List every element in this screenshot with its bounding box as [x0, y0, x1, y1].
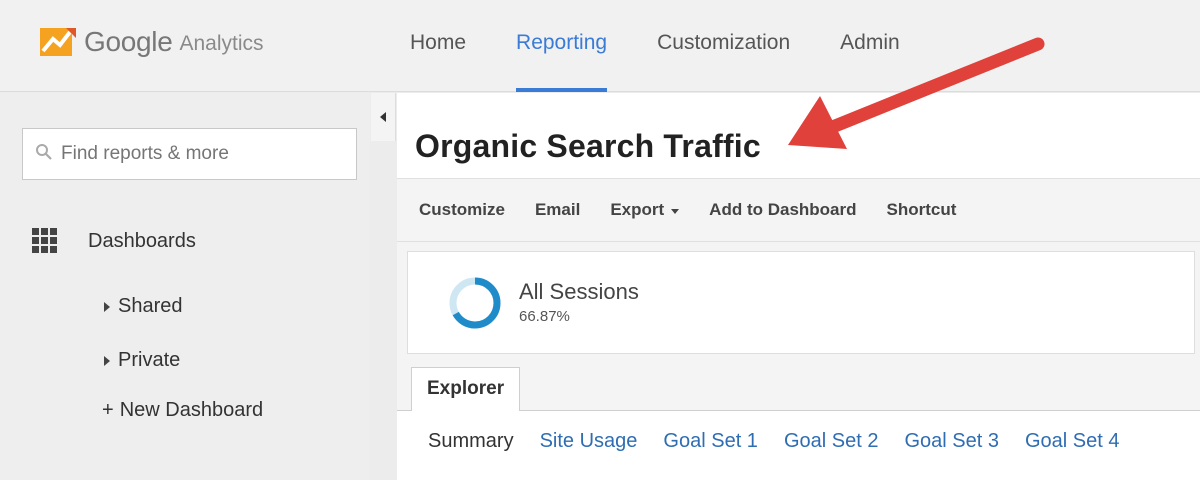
search-box[interactable] [22, 128, 357, 180]
customize-button[interactable]: Customize [419, 200, 505, 220]
sidebar-item-shared[interactable]: Shared [104, 295, 183, 318]
segment-area: All Sessions 66.87% [397, 242, 1200, 367]
explorer-tabbar: Explorer [397, 367, 1200, 412]
add-to-dashboard-button[interactable]: Add to Dashboard [709, 200, 856, 220]
top-header: Google Analytics Home Reporting Customiz… [0, 0, 1200, 92]
explorer-subtabs: Summary Site Usage Goal Set 1 Goal Set 2… [397, 411, 1200, 471]
dashboards-grid-icon [32, 228, 58, 254]
shortcut-button[interactable]: Shortcut [887, 200, 957, 220]
segment-percent: 66.87% [519, 308, 570, 325]
expand-triangle-icon [104, 355, 110, 366]
nav-home[interactable]: Home [410, 0, 466, 92]
plus-icon: + [102, 399, 114, 421]
search-icon [35, 143, 53, 166]
segment-card[interactable]: All Sessions 66.87% [407, 251, 1195, 354]
google-analytics-logo[interactable]: Google Analytics [40, 22, 264, 62]
logo-sub: Analytics [179, 32, 264, 55]
search-input[interactable] [61, 143, 341, 165]
subtab-goal-set-1[interactable]: Goal Set 1 [663, 430, 758, 453]
subtab-goal-set-4[interactable]: Goal Set 4 [1025, 430, 1120, 453]
sidebar-item-label: Private [118, 349, 181, 371]
main-nav: Home Reporting Customization Admin [410, 0, 950, 92]
export-button[interactable]: Export [610, 200, 680, 220]
sidebar-item-label: New Dashboard [119, 399, 264, 421]
email-button[interactable]: Email [535, 200, 580, 220]
export-label: Export [610, 200, 665, 219]
collapse-sidebar-button[interactable] [371, 93, 396, 141]
expand-triangle-icon [104, 301, 110, 312]
sidebar-item-label: Shared [118, 295, 183, 317]
subtab-goal-set-2[interactable]: Goal Set 2 [784, 430, 879, 453]
dashboards-label: Dashboards [88, 229, 196, 252]
subtab-goal-set-3[interactable]: Goal Set 3 [904, 430, 999, 453]
subtab-summary[interactable]: Summary [428, 430, 514, 453]
main-content: Organic Search Traffic Customize Email E… [397, 93, 1200, 480]
subtab-site-usage[interactable]: Site Usage [540, 430, 638, 453]
logo-word: Google [84, 26, 173, 57]
sidebar: Dashboards Shared Private + New Dashboar… [0, 93, 370, 480]
segment-donut-icon [449, 277, 501, 329]
report-toolbar: Customize Email Export Add to Dashboard … [397, 178, 1200, 242]
tab-explorer[interactable]: Explorer [411, 367, 521, 412]
segment-name: All Sessions [519, 279, 639, 304]
sidebar-item-private[interactable]: Private [104, 349, 180, 372]
page-title: Organic Search Traffic [415, 128, 761, 164]
chevron-down-icon [671, 208, 680, 214]
nav-reporting[interactable]: Reporting [516, 0, 608, 92]
collapse-left-icon [380, 112, 386, 122]
nav-customization[interactable]: Customization [657, 0, 790, 92]
sidebar-item-dashboards[interactable]: Dashboards [32, 228, 196, 254]
analytics-logo-icon [40, 24, 76, 60]
nav-admin[interactable]: Admin [840, 0, 900, 92]
sidebar-item-new-dashboard[interactable]: + New Dashboard [102, 399, 263, 422]
